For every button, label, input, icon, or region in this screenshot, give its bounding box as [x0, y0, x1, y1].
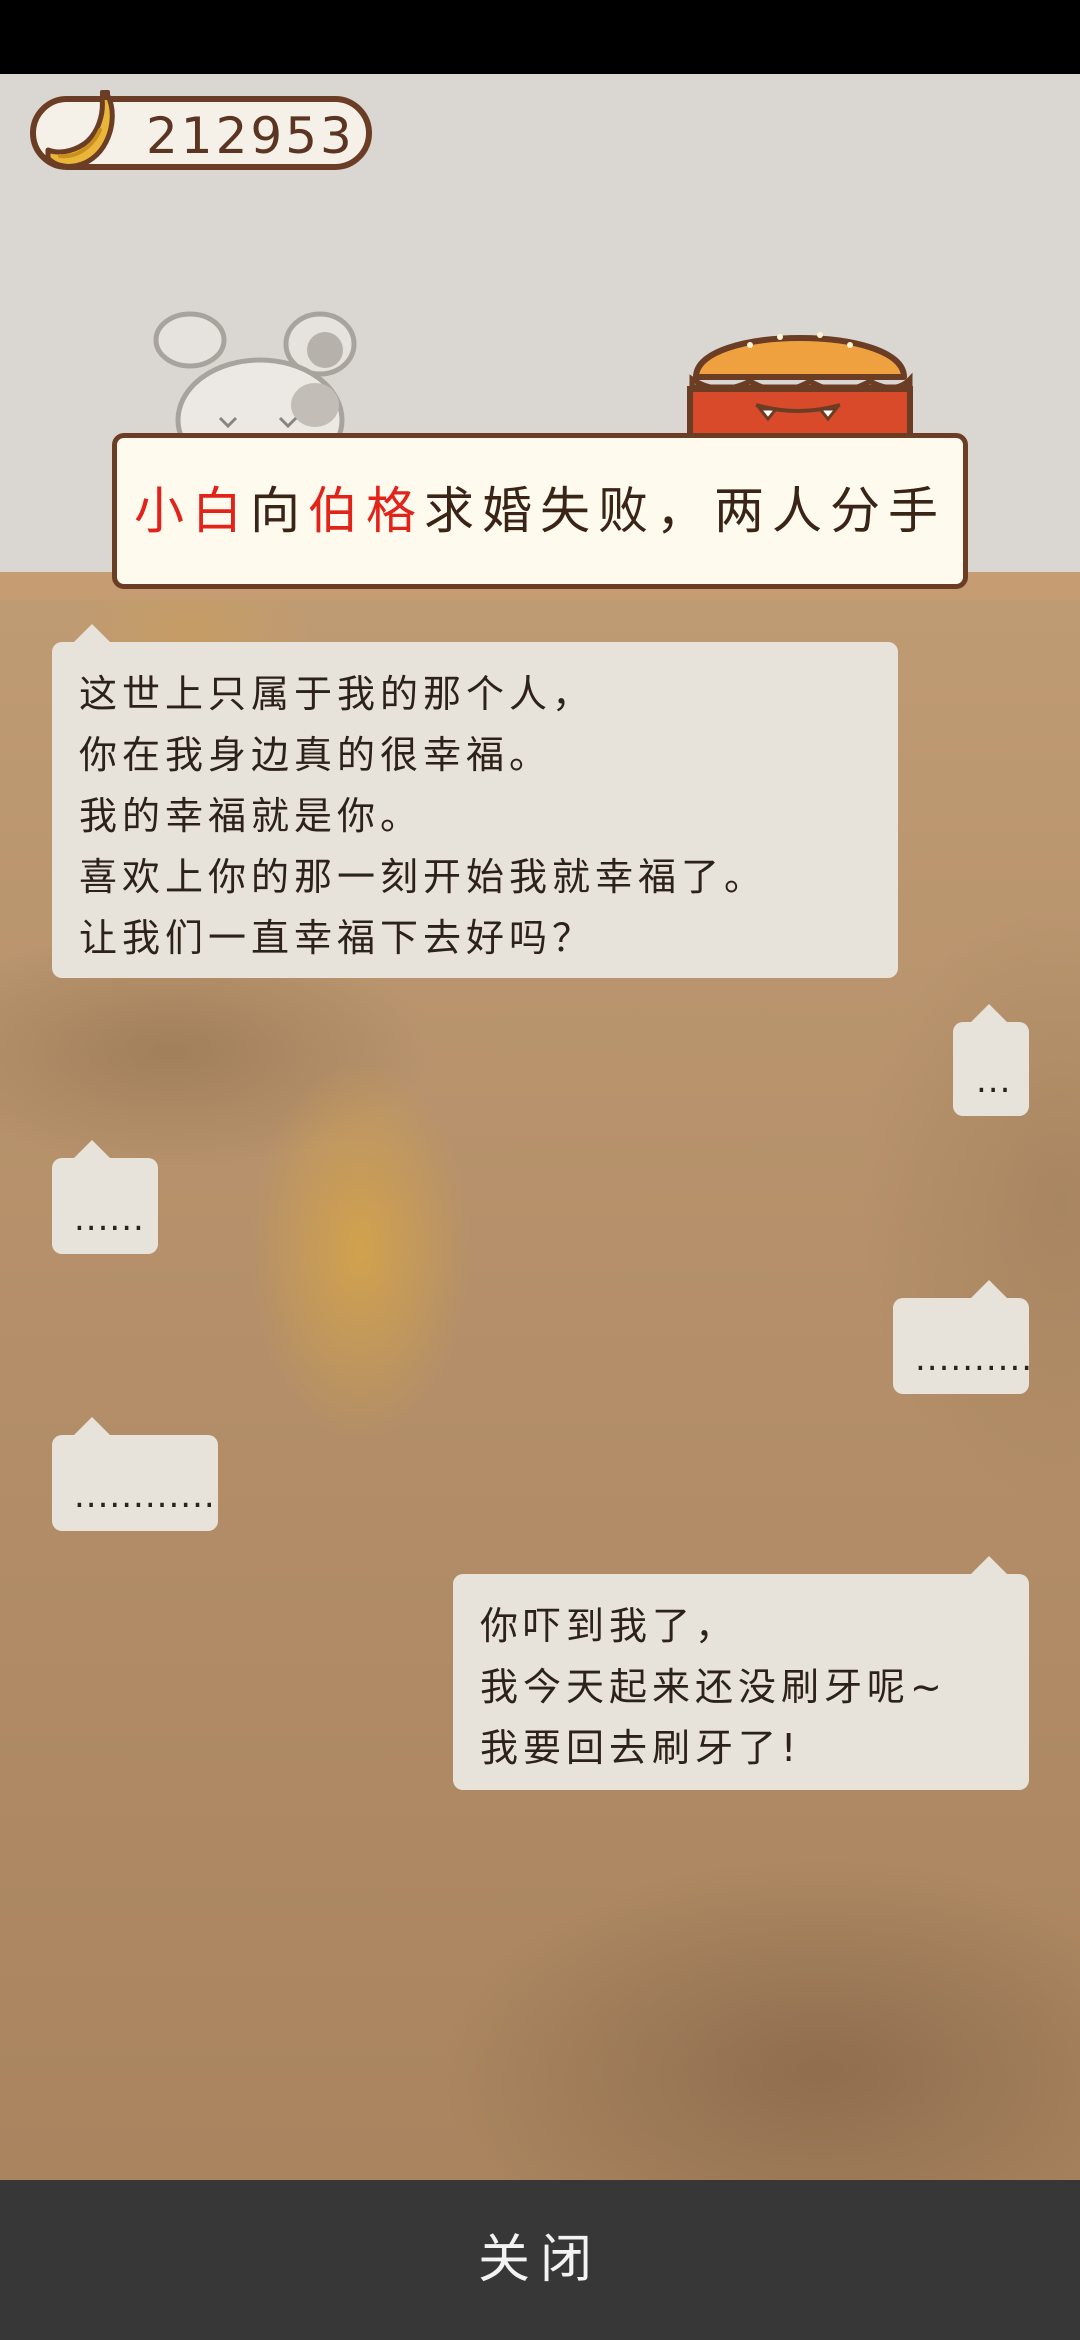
dialogue-line: 喜欢上你的那一刻开始我就幸福了。 [79, 855, 768, 899]
dialogue-line: 这世上只属于我的那个人， [79, 672, 596, 716]
event-name-bogo: 伯格 [308, 482, 424, 540]
event-text: 求婚失败，两人分手 [424, 482, 946, 540]
dialogue-line: 让我们一直幸福下去好吗？ [79, 916, 596, 960]
dialogue-line: .......... [915, 1339, 1034, 1379]
dialogue-line: 你吓到我了， [480, 1604, 739, 1648]
banana-icon [45, 90, 115, 169]
dialogue-bubble: ............ [52, 1417, 218, 1531]
status-bar [0, 0, 1080, 74]
dialogue-line: ...... [74, 1199, 145, 1239]
dialogue-bubble: ... [953, 1004, 1029, 1116]
dialogue-bubble: .......... [893, 1280, 1032, 1394]
dialogue-line: 我今天起来还没刷牙呢~ [480, 1665, 947, 1709]
dialogue-line: 你在我身边真的很幸福。 [79, 733, 553, 777]
event-verb: 向 [250, 482, 308, 540]
dialogue-line: 我要回去刷牙了! [480, 1726, 802, 1770]
dialogue-bubble: 你吓到我了， 我今天起来还没刷牙呢~ 我要回去刷牙了! [453, 1556, 1029, 1790]
burger-character [687, 332, 913, 445]
currency-amount: 212953 [146, 107, 355, 165]
dialogue-line: ............ [74, 1476, 216, 1516]
rabbit-character [153, 311, 357, 440]
dialogue-line: ... [976, 1061, 1012, 1101]
dialogue-line: 我的幸福就是你。 [79, 794, 424, 838]
close-button[interactable]: 关闭 [0, 2180, 1080, 2340]
event-banner: 小白向伯格求婚失败，两人分手 [112, 433, 968, 589]
event-name-xiaobai: 小白 [134, 482, 250, 540]
dialogue-bubble: 这世上只属于我的那个人， 你在我身边真的很幸福。 我的幸福就是你。 喜欢上你的那… [52, 624, 898, 978]
dialogue-bubble: ...... [52, 1140, 158, 1254]
